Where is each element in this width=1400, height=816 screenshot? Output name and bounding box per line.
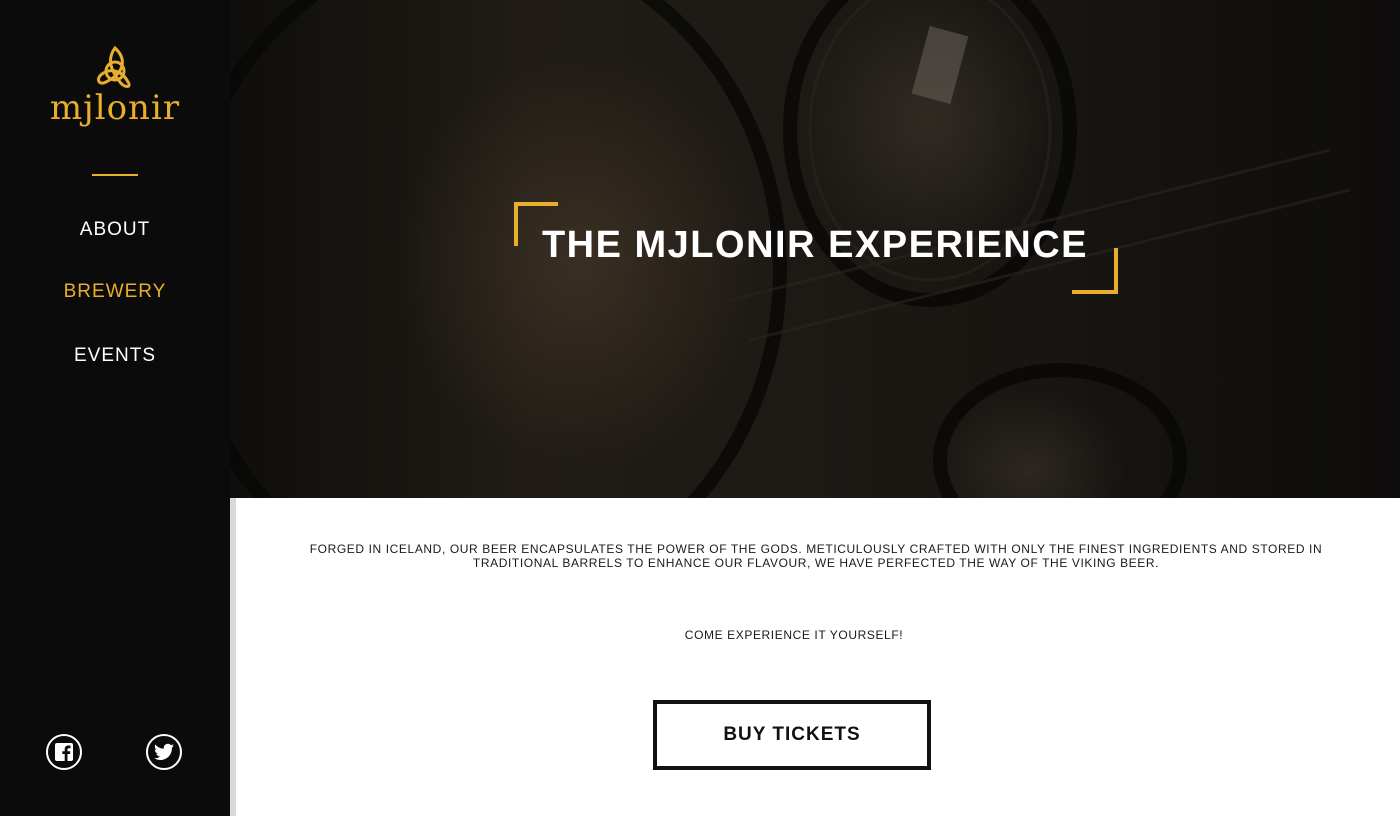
sidebar: mjlonir ABOUT BREWERY EVENTS [0,0,230,816]
buy-tickets-button[interactable]: BUY TICKETS [653,700,931,770]
triquetra-icon[interactable] [92,44,138,90]
twitter-icon [154,743,174,760]
brand-logo-text[interactable]: mjlonir [0,88,230,128]
facebook-button[interactable] [46,734,82,770]
nav-item-brewery[interactable]: BREWERY [0,281,230,303]
hero-title: THE MJLONIR EXPERIENCE [541,224,1089,266]
facebook-icon [55,743,73,761]
cta-text: COME EXPERIENCE IT YOURSELF! [684,628,904,642]
brewery-description: FORGED IN ICELAND, OUR BEER ENCAPSULATES… [309,542,1323,570]
nav-item-about[interactable]: ABOUT [0,219,230,241]
hero-banner: THE MJLONIR EXPERIENCE [230,0,1400,498]
twitter-button[interactable] [146,734,182,770]
content-section: FORGED IN ICELAND, OUR BEER ENCAPSULATES… [230,498,1400,816]
sidebar-divider [92,174,138,176]
nav-item-events[interactable]: EVENTS [0,345,230,367]
